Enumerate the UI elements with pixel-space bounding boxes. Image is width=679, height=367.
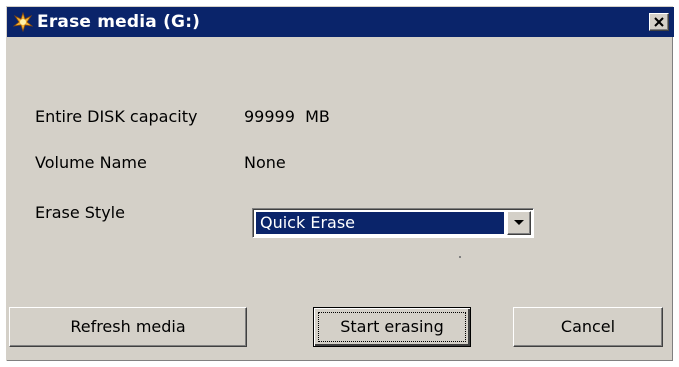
window-title: Erase media (G:) xyxy=(37,12,201,32)
capacity-label: Entire DISK capacity xyxy=(35,107,198,126)
erase-media-dialog: Erase media (G:) Entire DISK capacity 99… xyxy=(6,6,674,361)
capacity-value: 99999 MB xyxy=(244,107,330,126)
close-icon xyxy=(654,17,664,27)
volume-name-label: Volume Name xyxy=(35,153,147,172)
chevron-down-icon xyxy=(514,220,524,225)
stray-dot xyxy=(459,256,461,258)
close-button[interactable] xyxy=(649,13,669,31)
start-erasing-button[interactable]: Start erasing xyxy=(313,307,471,347)
refresh-media-button[interactable]: Refresh media xyxy=(9,307,247,347)
volume-name-value: None xyxy=(244,153,286,172)
title-bar[interactable]: Erase media (G:) xyxy=(7,7,674,37)
erase-style-select[interactable]: Quick Erase xyxy=(252,208,534,238)
cancel-button[interactable]: Cancel xyxy=(513,307,663,347)
erase-style-selected[interactable]: Quick Erase xyxy=(256,212,504,234)
app-icon xyxy=(13,12,33,32)
erase-style-label: Erase Style xyxy=(35,203,125,222)
dropdown-button[interactable] xyxy=(507,211,531,235)
